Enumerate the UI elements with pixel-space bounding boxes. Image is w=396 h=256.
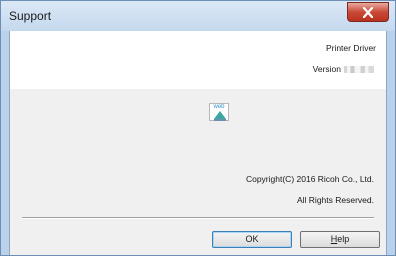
close-button[interactable]: [347, 2, 389, 22]
web-icon[interactable]: web: [209, 103, 229, 121]
copyright-text: Copyright(C) 2016 Ricoh Co., Ltd.: [245, 174, 374, 184]
title-bar[interactable]: Support: [1, 1, 395, 31]
web-arrow-graphic: [214, 111, 226, 121]
product-name: Printer Driver: [325, 43, 376, 53]
version-value-redacted: [344, 65, 374, 73]
rights-text: All Rights Reserved.: [296, 195, 374, 205]
separator: [22, 217, 374, 219]
support-dialog: Support Printer Driver Version web Copyr…: [0, 0, 396, 256]
dialog-client-area: Printer Driver Version web Copyright(C) …: [9, 31, 387, 255]
help-button[interactable]: Help: [300, 231, 380, 248]
version-label: Version: [312, 64, 341, 74]
version-row: Version: [313, 64, 374, 74]
window-title: Support: [9, 9, 52, 23]
ok-button[interactable]: OK: [212, 231, 292, 248]
close-icon: [362, 7, 374, 18]
header-panel: Printer Driver Version: [10, 31, 386, 89]
help-label-rest: elp: [337, 234, 350, 244]
web-icon-text: web: [213, 104, 225, 110]
